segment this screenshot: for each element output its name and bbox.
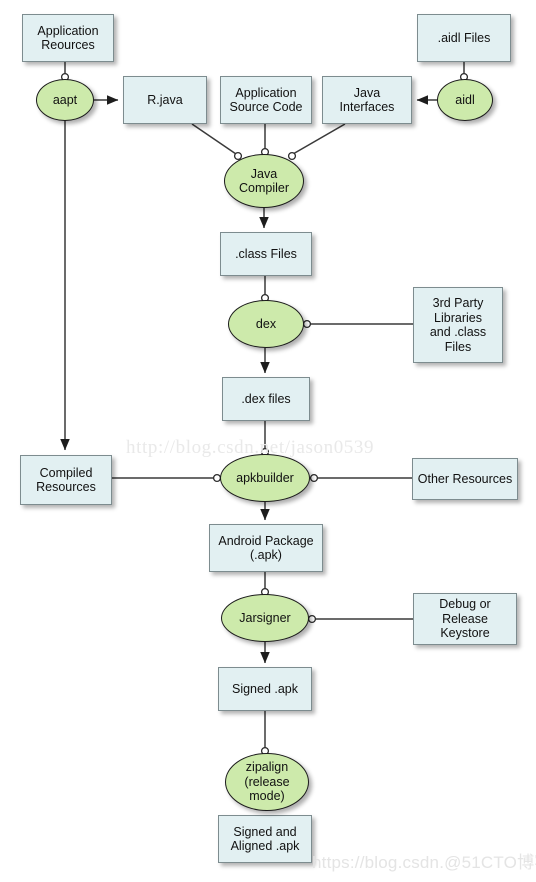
- node-application-resources[interactable]: Application Reources: [22, 14, 114, 62]
- node-class-files[interactable]: .class Files: [220, 232, 312, 276]
- node-aidl[interactable]: aidl: [437, 79, 493, 121]
- node-jarsigner[interactable]: Jarsigner: [221, 594, 309, 642]
- socket-jarsigner-right: [307, 614, 317, 624]
- node-label-aapt: aapt: [52, 92, 78, 107]
- node-label-apkbuilder: apkbuilder: [236, 470, 294, 485]
- node-keystore[interactable]: Debug or Release Keystore: [413, 593, 517, 645]
- node-label-jarsigner: Jarsigner: [239, 610, 291, 625]
- node-compiled-resources[interactable]: Compiled Resources: [20, 455, 112, 505]
- edge-rjava-javacompiler: [191, 123, 237, 155]
- node-signed-aligned-apk[interactable]: Signed and Aligned .apk: [218, 815, 312, 863]
- node-label-signed-aligned-apk: Signed and Aligned .apk: [230, 824, 300, 854]
- node-android-package[interactable]: Android Package (.apk): [209, 524, 323, 572]
- node-label-android-package: Android Package (.apk): [218, 533, 314, 563]
- node-label-java-compiler: Java Compiler: [238, 166, 289, 196]
- node-zipalign[interactable]: zipalign (release mode): [225, 753, 309, 811]
- node-label-aidl: aidl: [455, 92, 475, 107]
- socket-dex-side: [302, 319, 312, 329]
- edge-javainterfaces-javacompiler: [292, 123, 346, 155]
- node-label-zipalign: zipalign (release mode): [244, 760, 290, 804]
- node-label-signed-apk: Signed .apk: [231, 681, 299, 696]
- diagram-canvas: Signed and Aligned .apk zipalign (release mo…: [0, 0, 536, 882]
- node-java-compiler[interactable]: Java Compiler: [224, 154, 304, 208]
- node-r-java[interactable]: R.java: [123, 76, 207, 124]
- node-dex-files[interactable]: .dex files: [222, 377, 310, 421]
- node-dex[interactable]: dex: [228, 300, 304, 348]
- node-label-keystore: Debug or Release Keystore: [439, 597, 491, 641]
- node-label-aidl-files: .aidl Files: [437, 30, 491, 45]
- edge-layer: [60, 62, 469, 812]
- node-apkbuilder[interactable]: apkbuilder: [220, 454, 310, 502]
- node-label-java-interfaces: Java Interfaces: [339, 85, 395, 115]
- node-other-resources[interactable]: Other Resources: [412, 458, 518, 500]
- node-aapt[interactable]: aapt: [36, 79, 94, 121]
- node-aidl-files[interactable]: .aidl Files: [417, 14, 511, 62]
- node-label-third-party-libs: 3rd Party Libraries and .class Files: [429, 296, 487, 354]
- node-label-class-files: .class Files: [235, 246, 297, 261]
- node-label-dex-files: .dex files: [241, 391, 291, 406]
- node-label-dex: dex: [255, 316, 277, 331]
- node-label-application-source: Application Source Code: [229, 85, 303, 115]
- node-label-other-resources: Other Resources: [417, 471, 513, 486]
- node-label-r-java: R.java: [147, 92, 183, 107]
- socket-apkbuilder-right: [309, 473, 319, 483]
- node-label-application-resources: Application Reources: [37, 23, 99, 53]
- node-third-party-libs[interactable]: 3rd Party Libraries and .class Files: [413, 287, 503, 363]
- socket-javacompiler-c: [287, 151, 297, 161]
- node-signed-apk[interactable]: Signed .apk: [218, 667, 312, 711]
- node-application-source[interactable]: Application Source Code: [220, 76, 312, 124]
- node-label-compiled-resources: Compiled Resources: [36, 465, 96, 495]
- node-java-interfaces[interactable]: Java Interfaces: [322, 76, 412, 124]
